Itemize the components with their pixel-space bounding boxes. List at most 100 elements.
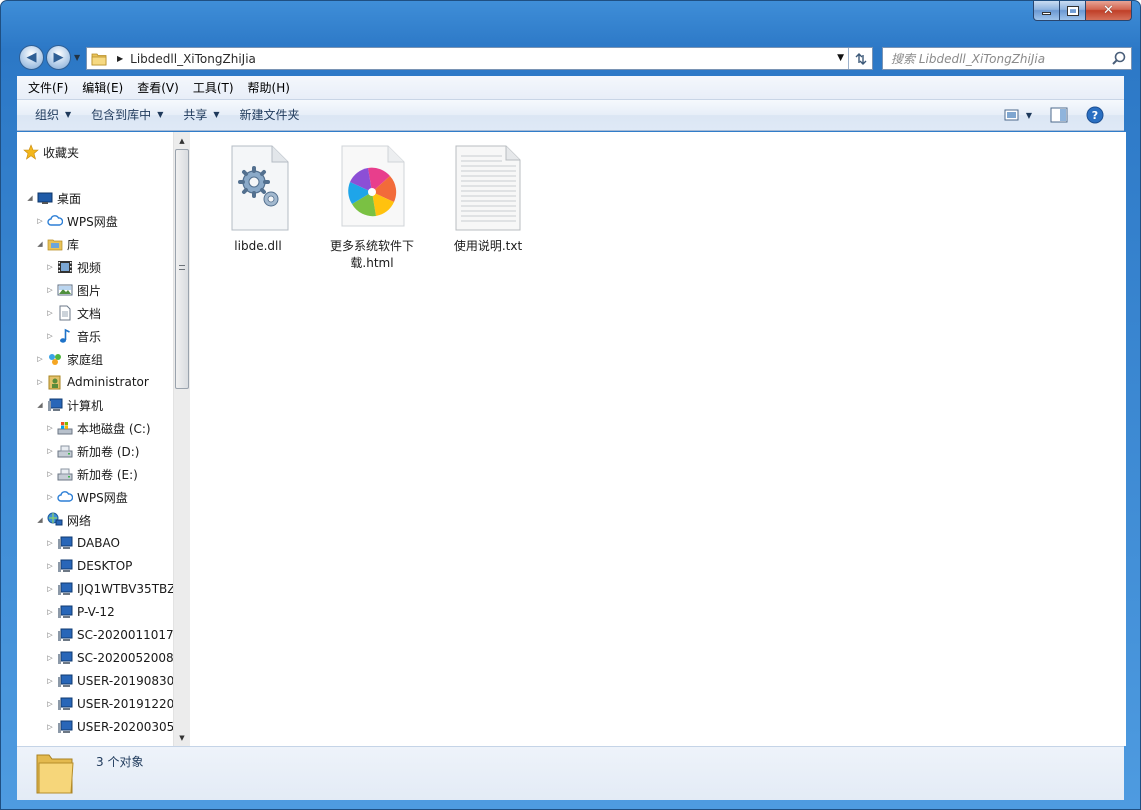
nav-favorites[interactable]: 收藏夹 (21, 142, 173, 162)
nav-library[interactable]: ◢ 库 (35, 234, 173, 254)
collapsed-arrow-icon[interactable]: ▷ (45, 424, 55, 432)
nav-drive-d[interactable]: ▷ 新加卷 (D:) (45, 441, 173, 461)
collapsed-arrow-icon[interactable]: ▷ (45, 470, 55, 478)
collapsed-arrow-icon[interactable]: ▷ (45, 631, 55, 639)
nav-video[interactable]: ▷ 视频 (45, 257, 173, 277)
collapsed-arrow-icon[interactable]: ▷ (45, 562, 55, 570)
maximize-icon (1066, 5, 1079, 16)
breadcrumb-separator-icon[interactable]: ▶ (117, 54, 123, 63)
help-button[interactable]: ? (1082, 104, 1108, 126)
address-dropdown-icon[interactable]: ▼ (837, 53, 844, 63)
system-drive-icon (57, 422, 73, 435)
refresh-button[interactable] (848, 48, 872, 69)
expanded-arrow-icon[interactable]: ◢ (35, 401, 45, 409)
folder-icon (91, 53, 107, 65)
nav-network-host[interactable]: ▷ P-V-12 (45, 602, 173, 622)
nav-documents[interactable]: ▷ 文档 (45, 303, 173, 323)
expanded-arrow-icon[interactable]: ◢ (25, 194, 35, 202)
nav-network-host[interactable]: ▷ IJQ1WTBV35TBZ (45, 579, 173, 599)
collapsed-arrow-icon[interactable]: ▷ (45, 585, 55, 593)
nav-drive-e[interactable]: ▷ 新加卷 (E:) (45, 464, 173, 484)
collapsed-arrow-icon[interactable]: ▷ (45, 677, 55, 685)
organize-button[interactable]: 组织 ▼ (25, 103, 81, 127)
nav-homegroup[interactable]: ▷ 家庭组 (35, 349, 173, 369)
scroll-down-button[interactable]: ▼ (174, 729, 190, 746)
nav-network-host[interactable]: ▷ USER-20190830I (45, 671, 173, 691)
view-controls: ▼ ? (1000, 104, 1108, 126)
search-box[interactable] (882, 47, 1132, 70)
collapsed-arrow-icon[interactable]: ▷ (45, 332, 55, 340)
forward-button[interactable]: ▶ (46, 45, 71, 70)
nav-network-host[interactable]: ▷ USER-20191220I (45, 694, 173, 714)
refresh-icon (855, 52, 866, 65)
address-bar[interactable]: ▶ Libdedll_XiTongZhiJia ▼ (86, 47, 873, 70)
search-icon[interactable] (1109, 49, 1129, 69)
nav-pictures[interactable]: ▷ 图片 (45, 280, 173, 300)
collapsed-arrow-icon[interactable]: ▷ (45, 447, 55, 455)
file-item-txt[interactable]: 使用说明.txt (438, 144, 538, 255)
user-folder-icon (48, 375, 61, 390)
menu-file[interactable]: 文件(F) (21, 78, 75, 98)
host-name: DESKTOP (77, 559, 133, 573)
new-folder-button[interactable]: 新建文件夹 (230, 103, 310, 127)
collapsed-arrow-icon[interactable]: ▷ (35, 217, 45, 225)
nav-network-host[interactable]: ▷ SC-20200110174 (45, 625, 173, 645)
menu-help[interactable]: 帮助(H) (241, 78, 297, 98)
host-name: USER-20190830I (77, 674, 173, 688)
share-button[interactable]: 共享 ▼ (173, 103, 229, 127)
nav-drive-c[interactable]: ▷ 本地磁盘 (C:) (45, 418, 173, 438)
nav-music[interactable]: ▷ 音乐 (45, 326, 173, 346)
nav-network-host[interactable]: ▷ USER-20200305I (45, 717, 173, 737)
minimize-button[interactable] (1033, 1, 1060, 21)
collapsed-arrow-icon[interactable]: ▷ (35, 378, 45, 386)
drive-icon (57, 445, 73, 458)
collapsed-arrow-icon[interactable]: ▷ (45, 608, 55, 616)
nav-wps-cloud[interactable]: ▷ WPS网盘 (35, 211, 173, 231)
close-button[interactable]: ✕ (1086, 1, 1132, 21)
chevron-down-icon: ▼ (1025, 110, 1033, 120)
collapsed-arrow-icon[interactable]: ▷ (35, 355, 45, 363)
item-count: 3 个对象 (96, 755, 144, 769)
file-name: libde.dll (234, 239, 282, 253)
collapsed-arrow-icon[interactable]: ▷ (45, 723, 55, 731)
preview-pane-button[interactable] (1046, 104, 1072, 126)
nav-computer[interactable]: ◢ 计算机 (35, 395, 173, 415)
collapsed-arrow-icon[interactable]: ▷ (45, 654, 55, 662)
file-list-area[interactable]: libde.dll 更多系统软件下载.html 使用说明.txt (190, 132, 1126, 746)
collapsed-arrow-icon[interactable]: ▷ (45, 286, 55, 294)
nav-scrollbar[interactable]: ▲ ▼ (173, 132, 190, 746)
menu-edit[interactable]: 编辑(E) (75, 78, 130, 98)
scroll-up-button[interactable]: ▲ (174, 132, 190, 149)
nav-network-host[interactable]: ▷ DABAO (45, 533, 173, 553)
collapsed-arrow-icon[interactable]: ▷ (45, 700, 55, 708)
file-item-html[interactable]: 更多系统软件下载.html (322, 144, 422, 272)
nav-network[interactable]: ◢ 网络 (35, 510, 173, 530)
collapsed-arrow-icon[interactable]: ▷ (45, 493, 55, 501)
breadcrumb-current[interactable]: Libdedll_XiTongZhiJia (130, 52, 256, 66)
search-input[interactable] (891, 49, 1109, 68)
file-item-dll[interactable]: libde.dll (208, 144, 308, 255)
maximize-button[interactable] (1060, 1, 1086, 21)
collapsed-arrow-icon[interactable]: ▷ (45, 539, 55, 547)
organize-label: 组织 (35, 108, 60, 122)
arrow-right-icon: ▶ (53, 50, 64, 65)
include-in-library-button[interactable]: 包含到库中 ▼ (81, 103, 173, 127)
menu-view[interactable]: 查看(V) (130, 78, 186, 98)
back-button[interactable]: ◀ (19, 45, 44, 70)
nav-wps-cloud-computer[interactable]: ▷ WPS网盘 (45, 487, 173, 507)
menu-tools[interactable]: 工具(T) (186, 78, 241, 98)
scroll-thumb[interactable] (175, 149, 189, 389)
include-library-label: 包含到库中 (91, 108, 152, 122)
collapsed-arrow-icon[interactable]: ▷ (45, 309, 55, 317)
nav-desktop[interactable]: ◢ 桌面 (25, 188, 173, 208)
recent-pages-dropdown[interactable]: ▼ (74, 53, 84, 63)
expanded-arrow-icon[interactable]: ◢ (35, 516, 45, 524)
browser-file-icon (341, 145, 405, 227)
expanded-arrow-icon[interactable]: ◢ (35, 240, 45, 248)
nav-network-host[interactable]: ▷ SC-20200520083 (45, 648, 173, 668)
nav-administrator[interactable]: ▷ Administrator (35, 372, 173, 392)
nav-network-host[interactable]: ▷ DESKTOP (45, 556, 173, 576)
change-view-button[interactable]: ▼ (1000, 104, 1036, 126)
cloud-icon (57, 491, 73, 502)
collapsed-arrow-icon[interactable]: ▷ (45, 263, 55, 271)
